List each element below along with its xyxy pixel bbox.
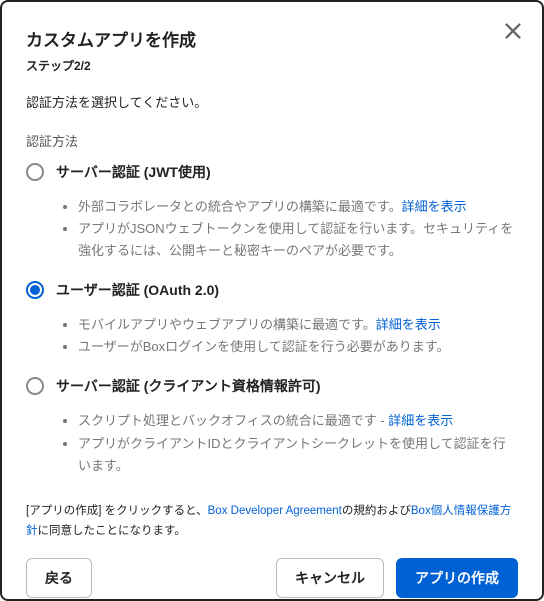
modal-title: カスタムアプリを作成 (26, 26, 518, 51)
cancel-button[interactable]: キャンセル (276, 558, 384, 598)
details-link[interactable]: 詳細を表示 (402, 199, 467, 214)
create-app-modal: カスタムアプリを作成 ステップ2/2 認証方法を選択してください。 認証方法 サ… (0, 0, 544, 601)
option-description: モバイルアプリやウェブアプリの構築に最適です。詳細を表示 ユーザーがBoxログイ… (26, 314, 518, 358)
back-button[interactable]: 戻る (26, 558, 92, 598)
list-item: アプリがクライアントIDとクライアントシークレットを使用して認証を行います。 (78, 433, 518, 477)
list-item: ユーザーがBoxログインを使用して認証を行う必要があります。 (78, 336, 518, 358)
option-description: スクリプト処理とバックオフィスの統合に最適です - 詳細を表示 アプリがクライア… (26, 410, 518, 476)
instruction-text: 認証方法を選択してください。 (26, 92, 518, 111)
option-title: サーバー認証 (JWT使用) (56, 162, 211, 182)
developer-agreement-link[interactable]: Box Developer Agreement (208, 505, 342, 517)
radio-icon[interactable] (26, 377, 44, 395)
list-item: スクリプト処理とバックオフィスの統合に最適です - 詳細を表示 (78, 410, 518, 432)
list-item: モバイルアプリやウェブアプリの構築に最適です。詳細を表示 (78, 314, 518, 336)
details-link[interactable]: 詳細を表示 (388, 413, 453, 428)
modal-footer: 戻る キャンセル アプリの作成 (26, 542, 518, 598)
step-indicator: ステップ2/2 (26, 57, 518, 74)
auth-option-ccg[interactable]: サーバー認証 (クライアント資格情報許可) (26, 376, 518, 396)
option-title: ユーザー認証 (OAuth 2.0) (56, 280, 219, 300)
option-title: サーバー認証 (クライアント資格情報許可) (56, 376, 321, 396)
auth-option-jwt[interactable]: サーバー認証 (JWT使用) (26, 162, 518, 182)
option-description: 外部コラボレータとの統合やアプリの構築に最適です。詳細を表示 アプリがJSONウ… (26, 196, 518, 262)
close-icon[interactable] (502, 20, 524, 42)
radio-icon[interactable] (26, 163, 44, 181)
create-app-button[interactable]: アプリの作成 (396, 558, 518, 598)
list-item: アプリがJSONウェブトークンを使用して認証を行います。セキュリティを強化するに… (78, 218, 518, 262)
list-item: 外部コラボレータとの統合やアプリの構築に最適です。詳細を表示 (78, 196, 518, 218)
auth-option-oauth[interactable]: ユーザー認証 (OAuth 2.0) (26, 280, 518, 300)
agreement-text: [アプリの作成] をクリックすると、Box Developer Agreemen… (26, 501, 518, 542)
details-link[interactable]: 詳細を表示 (376, 317, 441, 332)
radio-icon[interactable] (26, 281, 44, 299)
section-label: 認証方法 (26, 131, 518, 150)
